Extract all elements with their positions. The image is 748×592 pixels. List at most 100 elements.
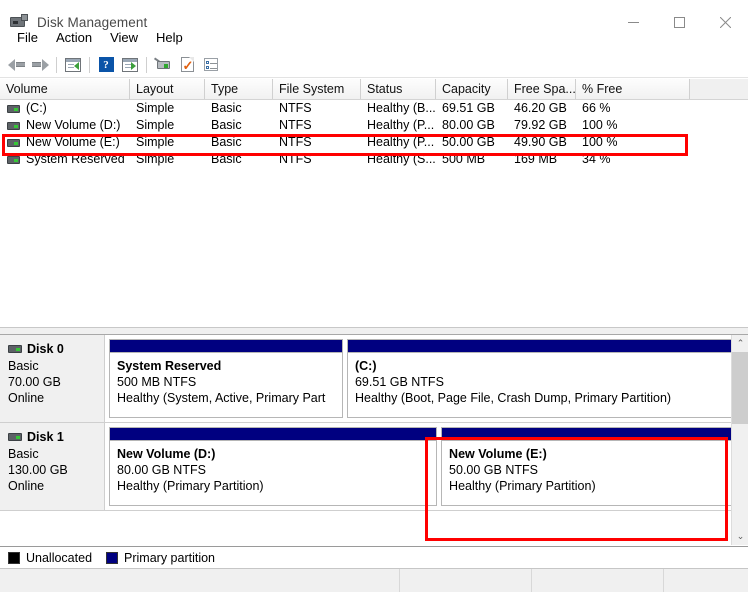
partition-size-filesystem: 50.00 GB NTFS [449,463,538,477]
cell-file-system: NTFS [279,118,312,132]
volume-list[interactable]: Volume Layout Type File System Status Capacit… [0,79,748,327]
cell-volume: New Volume (E:) [0,134,130,151]
partition-block[interactable]: New Volume (D:) 80.00 GB NTFS Healthy (Pri… [109,427,438,506]
partition-block[interactable]: New Volume (E:) 50.00 GB NTFS Healthy (Pri… [441,427,744,506]
disk-row-disk-0[interactable]: Disk 0 Basic 70.00 GB Online System Reserved… [0,335,748,423]
column-header-type[interactable]: Type [205,79,273,99]
column-header-file-system[interactable]: File System [273,79,361,99]
cell-percent-free: 100 % [582,135,618,149]
legend: Unallocated Primary partition [0,546,748,568]
column-header--free[interactable]: % Free [576,79,690,99]
cell-text: System Reserved [26,152,125,166]
legend-label: Unallocated [26,550,93,565]
rescan-disks-button[interactable] [151,54,175,76]
legend-item: Primary partition [106,551,215,565]
disk-title: Disk 1 [8,430,104,444]
scrollbar-thumb[interactable] [732,352,748,424]
list-view-icon [204,58,218,71]
cell-volume: System Reserved [0,151,130,168]
partition-block[interactable]: System Reserved 500 MB NTFS Healthy (Syste… [109,339,343,418]
disk-drive-icon [8,345,22,353]
volume-list-body: (C:) Simple Basic NTFS Healthy (B... 69.51 GB… [0,100,748,168]
cell-free-space: 169 MB [514,152,558,166]
cell-text: New Volume (E:) [26,135,120,149]
partition-type-bar [110,428,437,441]
column-header-layout[interactable]: Layout [130,79,205,99]
table-row[interactable]: New Volume (D:) Simple Basic NTFS Healthy (P… [0,117,748,134]
disk-row-disk-1[interactable]: Disk 1 Basic 130.00 GB Online New Volume (D:… [0,423,748,511]
disk-type: Basic [8,359,39,373]
column-header-volume[interactable]: Volume [0,79,130,99]
cell-status: Healthy (P... [367,118,435,132]
disk-state: Online [8,479,45,493]
cell-status: Healthy (B... [367,101,436,115]
scroll-down-arrow-icon[interactable]: ⌄ [732,528,748,545]
cell-volume: (C:) [0,100,130,117]
cell-layout: Simple [136,101,175,115]
cell-free-space: 49.90 GB [514,135,567,149]
partition-name: (C:) [354,359,377,373]
disk-info-panel[interactable]: Disk 1 Basic 130.00 GB Online [0,423,105,510]
partition-block[interactable]: (C:) 69.51 GB NTFS Healthy (Boot, Page Fil… [346,339,744,418]
legend-swatch [106,551,119,564]
disk-info-panel[interactable]: Disk 0 Basic 70.00 GB Online [0,335,105,422]
partition-name: New Volume (D:) [117,447,216,461]
menu-item-file[interactable]: File [8,27,47,48]
volume-list-header: Volume Layout Type File System Status Capacit… [0,79,748,100]
menu-item-view[interactable]: View [101,27,147,48]
menu-item-action[interactable]: Action [47,27,101,48]
back-icon [7,58,25,71]
partition-status: Healthy (Primary Partition) [449,479,596,493]
status-segment [532,569,664,592]
menu-item-help[interactable]: Help [147,27,192,48]
table-row[interactable]: System Reserved Simple Basic NTFS Healthy (S… [0,151,748,168]
partition-size-filesystem: 69.51 GB NTFS [354,375,444,389]
partition-details: System Reserved 500 MB NTFS Healthy (Syste… [110,353,342,406]
disk-name: Disk 0 [27,342,64,356]
menu-bar: File Action View Help [0,24,748,50]
help-button[interactable]: ? [94,54,118,76]
partition-status: Healthy (System, Active, Primary Part [117,391,326,405]
volume-drive-icon [7,155,20,164]
partition-status: Healthy (Primary Partition) [117,479,264,493]
legend-label: Primary partition [124,550,216,565]
status-segment [664,569,748,592]
cell-type: Basic [211,135,242,149]
cell-status: Healthy (S... [367,152,436,166]
partition-strip: System Reserved 500 MB NTFS Healthy (Syste… [105,335,748,422]
forward-icon [31,58,49,71]
show-hide-console-tree-button[interactable] [61,54,85,76]
scroll-up-arrow-icon[interactable]: ⌃ [732,335,748,352]
column-header-status[interactable]: Status [361,79,436,99]
disk-size: 70.00 GB [8,375,61,389]
volume-drive-icon [7,138,20,147]
volume-drive-icon [7,121,20,130]
cell-capacity: 50.00 GB [442,135,495,149]
toolbar-separator [89,56,90,73]
cell-type: Basic [211,118,242,132]
table-row[interactable]: New Volume (E:) Simple Basic NTFS Healthy (P… [0,134,748,151]
cell-capacity: 69.51 GB [442,101,495,115]
cell-capacity: 80.00 GB [442,118,495,132]
cell-layout: Simple [136,118,175,132]
back-button[interactable] [4,54,28,76]
status-segment [0,569,400,592]
cell-free-space: 79.92 GB [514,118,567,132]
show-hide-action-pane-button[interactable] [118,54,142,76]
partition-details: New Volume (E:) 50.00 GB NTFS Healthy (Pri… [442,441,743,494]
disk-title: Disk 0 [8,342,104,356]
list-view-button[interactable] [199,54,223,76]
graphical-view-scrollbar[interactable]: ⌃ ⌄ [731,335,748,545]
properties-button[interactable]: ✓ [175,54,199,76]
graphical-view: Disk 0 Basic 70.00 GB Online System Reserved… [0,335,748,545]
toolbar-separator [146,56,147,73]
table-row[interactable]: (C:) Simple Basic NTFS Healthy (B... 69.51 GB… [0,100,748,117]
column-header-free-spa[interactable]: Free Spa... [508,79,576,99]
partition-type-bar [347,340,743,353]
pane-splitter[interactable] [0,327,748,335]
column-header-capacity[interactable]: Capacity [436,79,508,99]
cell-file-system: NTFS [279,101,312,115]
forward-button[interactable] [28,54,52,76]
disk-size: 130.00 GB [8,463,68,477]
disk-drive-icon [8,433,22,441]
